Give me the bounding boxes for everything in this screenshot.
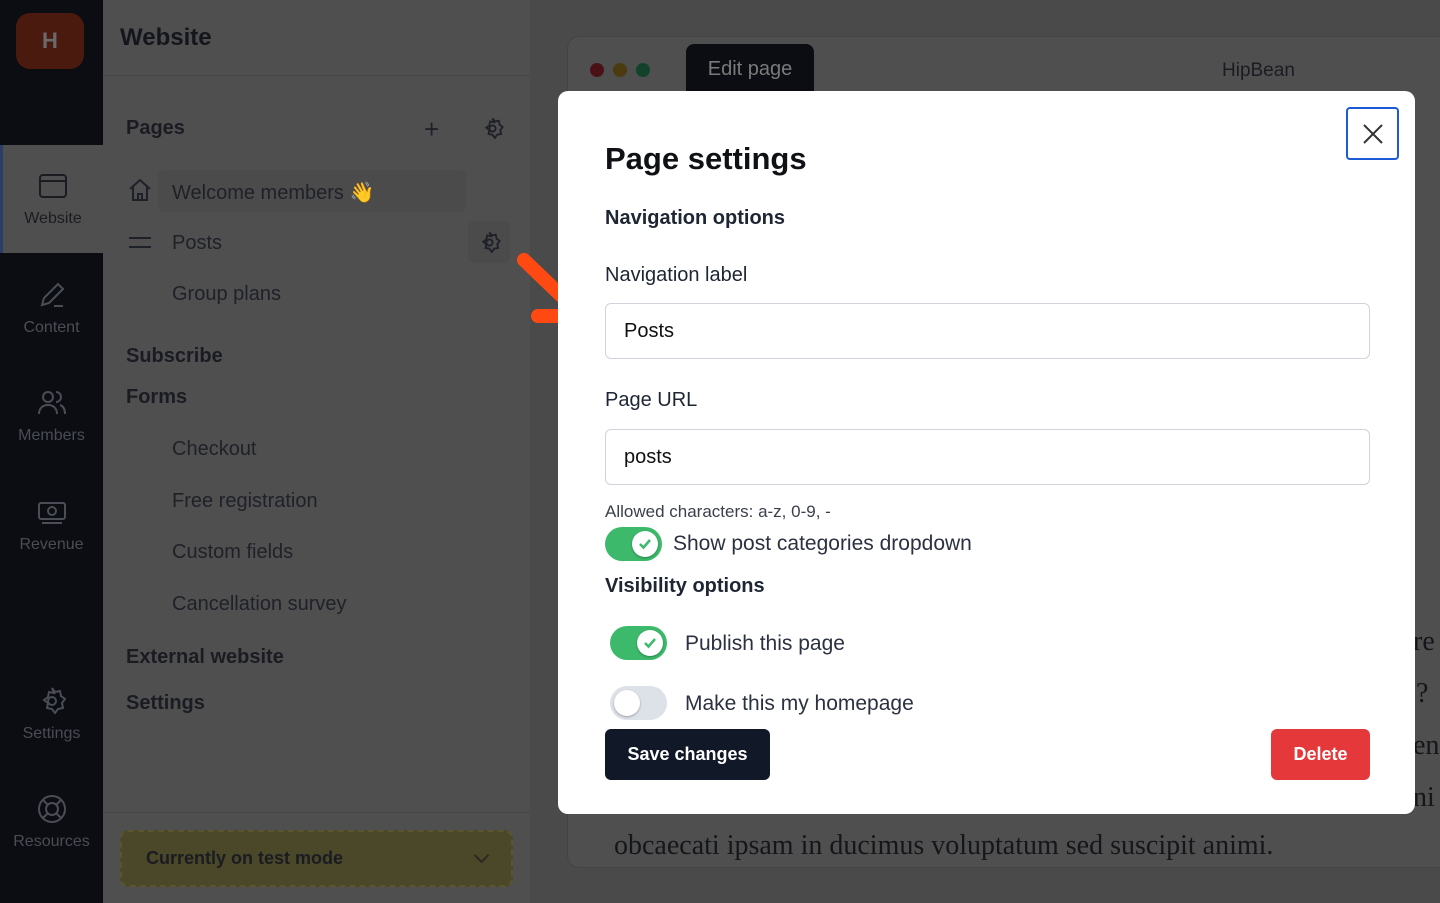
external-website-link[interactable]: External website: [126, 646, 284, 669]
preview-text: obcaecati ipsam in ducimus voluptatum se…: [614, 830, 1274, 861]
page-item-posts[interactable]: Posts: [172, 232, 222, 255]
page-item-welcome[interactable]: Welcome members 👋: [172, 180, 374, 205]
edit-page-tab[interactable]: Edit page: [686, 44, 814, 94]
workspace-logo[interactable]: H: [16, 13, 84, 69]
show-categories-label: Show post categories dropdown: [673, 532, 972, 555]
rail-item-settings[interactable]: Settings: [0, 660, 103, 768]
subscribe-heading[interactable]: Subscribe: [126, 345, 223, 368]
preview-text: ?: [1416, 678, 1429, 709]
form-item[interactable]: Free registration: [172, 490, 318, 513]
window-close-dot: [590, 63, 604, 77]
test-mode-dropdown[interactable]: Currently on test mode: [120, 830, 513, 887]
forms-heading[interactable]: Forms: [126, 386, 187, 409]
check-icon: [632, 531, 658, 557]
rail-item-website[interactable]: Website: [0, 145, 103, 253]
form-item[interactable]: Checkout: [172, 438, 257, 461]
page-settings-modal: Page settings Navigation options Navigat…: [558, 91, 1415, 814]
publish-page-label: Publish this page: [685, 632, 845, 655]
preview-text: re: [1413, 626, 1435, 657]
sidebar-title: Website: [120, 24, 212, 51]
form-item[interactable]: Cancellation survey: [172, 593, 347, 616]
rail-item-content[interactable]: Content: [0, 254, 103, 362]
toggle-knob: [614, 690, 640, 716]
url-hint: Allowed characters: a-z, 0-9, -: [605, 502, 831, 521]
rail-label: Content: [23, 319, 80, 336]
page-url-input[interactable]: [605, 429, 1370, 485]
page-url-label: Page URL: [605, 389, 698, 411]
banknote-icon: [37, 502, 66, 524]
settings-link[interactable]: Settings: [126, 692, 205, 715]
lifebuoy-icon: [37, 795, 66, 823]
rail-label: Website: [24, 210, 82, 227]
rail-label: Members: [18, 427, 85, 444]
visibility-options-heading: Visibility options: [605, 575, 765, 597]
close-icon: [1362, 123, 1383, 144]
chevron-down-icon: [473, 847, 490, 864]
page-item-group-plans[interactable]: Group plans: [172, 283, 281, 306]
window-maximize-dot: [636, 63, 650, 77]
homepage-toggle[interactable]: [610, 686, 667, 720]
browser-window-icon: [39, 174, 67, 198]
home-icon: [129, 178, 151, 201]
delete-button[interactable]: Delete: [1271, 729, 1370, 780]
check-icon: [637, 630, 663, 656]
navigation-label-label: Navigation label: [605, 264, 748, 286]
window-minimize-dot: [613, 63, 627, 77]
rail-label: Resources: [13, 833, 90, 850]
site-name: HipBean: [1222, 60, 1295, 81]
navigation-label-input[interactable]: [605, 303, 1370, 359]
pencil-icon: [40, 282, 64, 307]
show-categories-toggle[interactable]: [605, 527, 662, 561]
pages-settings-gear-icon[interactable]: [480, 116, 505, 141]
modal-title: Page settings: [605, 141, 807, 176]
test-mode-label: Currently on test mode: [146, 848, 344, 868]
rail-item-revenue[interactable]: Revenue: [0, 471, 103, 579]
drag-handle-icon[interactable]: [129, 236, 151, 250]
homepage-label: Make this my homepage: [685, 692, 914, 715]
gear-icon: [41, 687, 66, 715]
save-changes-button[interactable]: Save changes: [605, 729, 770, 780]
preview-text: ni: [1413, 782, 1435, 813]
add-page-icon[interactable]: +: [424, 114, 439, 145]
rail-label: Settings: [22, 725, 81, 742]
rail-label: Revenue: [19, 536, 84, 553]
divider: [103, 75, 530, 76]
preview-text: en: [1413, 730, 1440, 761]
navigation-options-heading: Navigation options: [605, 207, 785, 229]
rail-item-resources[interactable]: Resources: [0, 768, 103, 876]
users-icon: [37, 391, 66, 415]
pages-heading: Pages: [126, 117, 185, 139]
gear-icon: [481, 231, 501, 254]
divider: [103, 812, 530, 813]
close-button[interactable]: [1346, 107, 1399, 160]
form-item[interactable]: Custom fields: [172, 541, 293, 564]
rail-item-members[interactable]: Members: [0, 362, 103, 470]
publish-page-toggle[interactable]: [610, 626, 667, 660]
